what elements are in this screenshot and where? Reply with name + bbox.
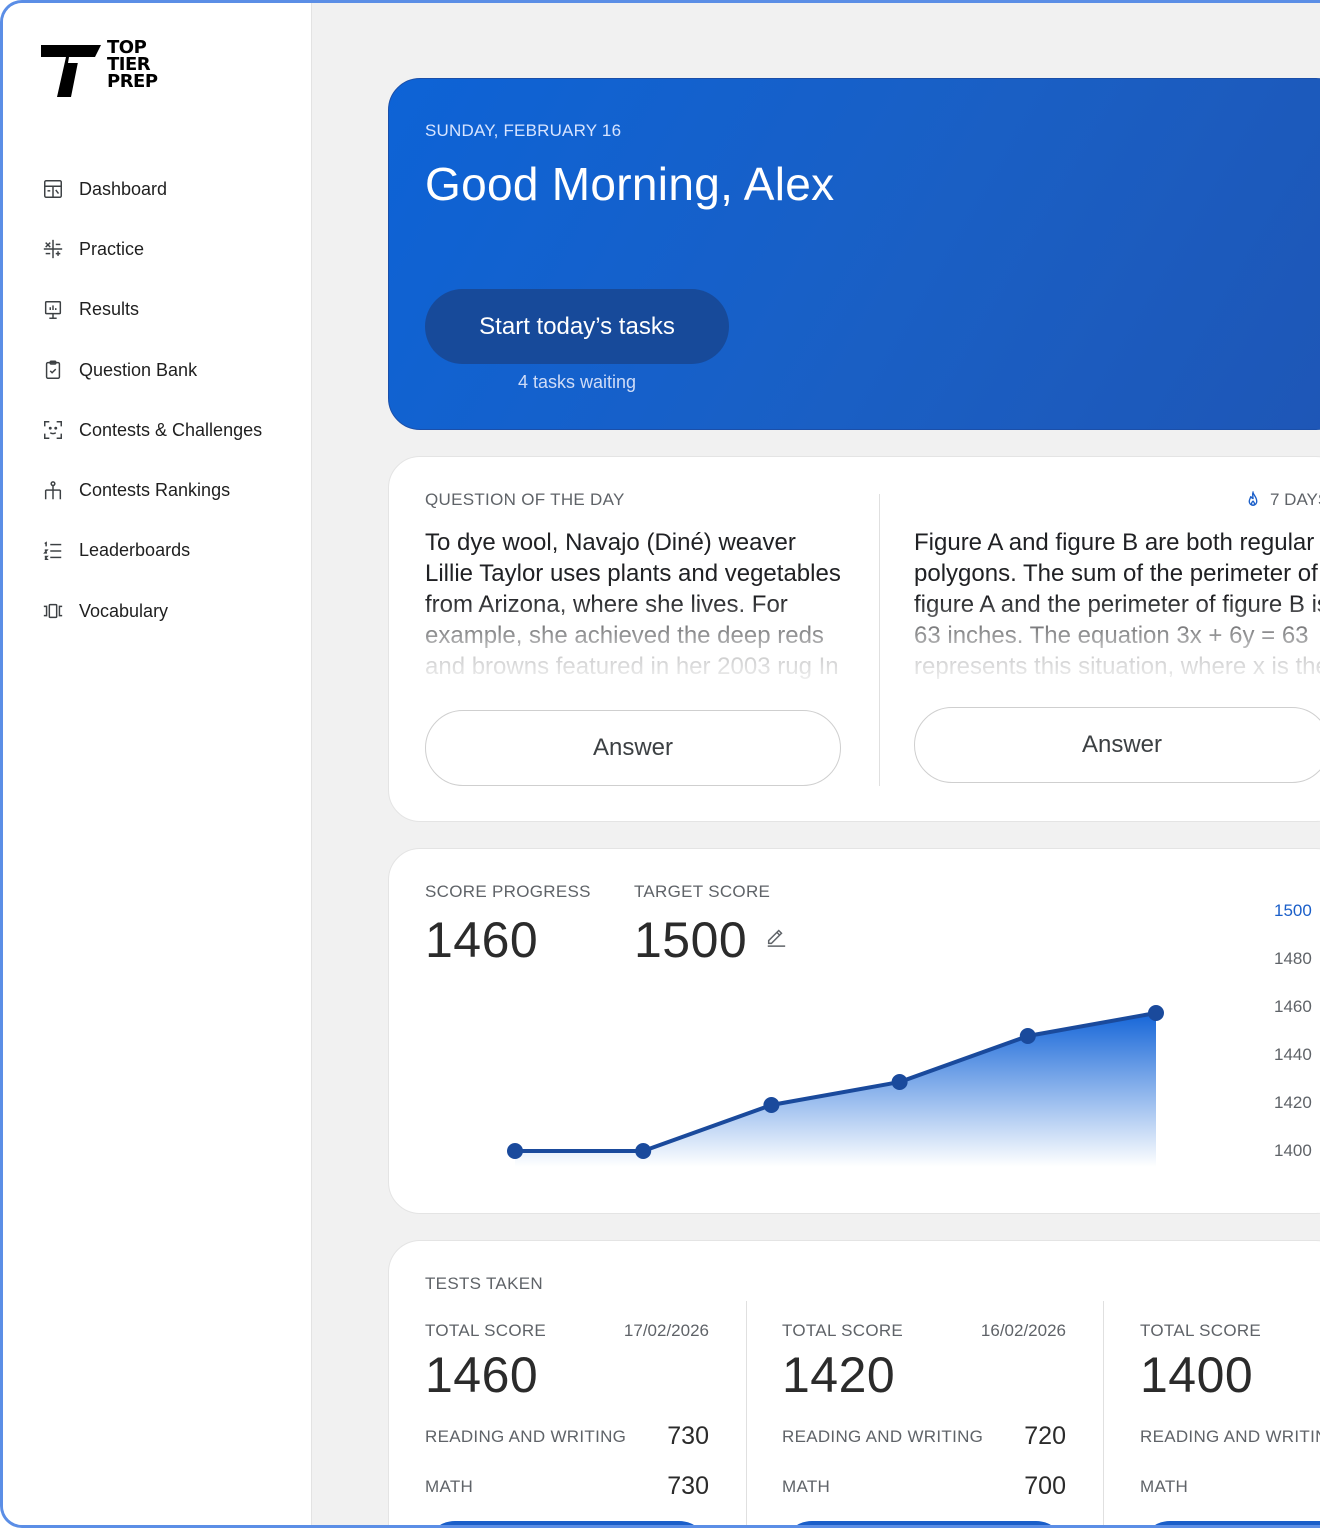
- app-window: TOP TIER PREP Dashboard Practice Results…: [0, 0, 1320, 1528]
- sidebar-item-dashboard[interactable]: Dashboard: [41, 159, 262, 219]
- sidebar-item-contests-rankings[interactable]: Contests Rankings: [41, 460, 262, 520]
- sidebar-item-label: Results: [79, 299, 140, 320]
- y-tick-label: 1440: [1274, 1045, 1312, 1064]
- streak-text: 7 DAYS: [1270, 490, 1320, 509]
- practice-icon: [41, 237, 65, 261]
- sidebar-item-label: Contests Rankings: [79, 480, 231, 501]
- reading-writing-label: READING AND WRITING: [1140, 1427, 1320, 1446]
- question-block: To dye wool, Navajo (Diné) weaver Lillie…: [425, 527, 843, 683]
- total-score-label: TOTAL SCORE: [782, 1321, 904, 1340]
- sidebar: TOP TIER PREP Dashboard Practice Results…: [3, 3, 312, 1525]
- question-text: Figure A and figure B are both regular p…: [914, 529, 1320, 680]
- score-point[interactable]: [1019, 1028, 1036, 1044]
- view-test-button[interactable]: [782, 1521, 1066, 1525]
- divider: [879, 494, 880, 786]
- vocabulary-icon: [41, 599, 65, 623]
- tasks-waiting-text: 4 tasks waiting: [517, 372, 637, 392]
- score-chart: [507, 1005, 1164, 1167]
- logo-wordmark: TOP TIER PREP: [107, 37, 158, 92]
- sidebar-item-question-bank[interactable]: Question Bank: [41, 340, 262, 400]
- math-score: 700: [1024, 1472, 1066, 1500]
- qotd-title: QUESTION OF THE DAY: [425, 490, 625, 509]
- score-point[interactable]: [763, 1097, 780, 1113]
- total-score-label: TOTAL SCORE: [425, 1321, 547, 1340]
- math-label: MATH: [1140, 1477, 1189, 1496]
- math-score: 730: [667, 1472, 709, 1500]
- score-point[interactable]: [891, 1074, 908, 1090]
- sidebar-item-contests-challenges[interactable]: Contests & Challenges: [41, 400, 262, 460]
- tests-taken-card: TESTS TAKEN TOTAL SCORE 17/02/2026 1460 …: [388, 1240, 1320, 1525]
- flame-icon: [1248, 491, 1258, 506]
- view-test-button[interactable]: [425, 1521, 709, 1525]
- y-tick-label: 1400: [1274, 1141, 1312, 1160]
- streak-badge: 7 DAYS: [1244, 490, 1320, 510]
- question-text: To dye wool, Navajo (Diné) weaver Lillie…: [425, 529, 841, 680]
- reading-writing-score: 720: [1024, 1422, 1066, 1450]
- test-date: 16/02/2026: [980, 1321, 1066, 1340]
- score-point[interactable]: [507, 1143, 523, 1159]
- sidebar-item-label: Practice: [79, 238, 145, 259]
- sidebar-item-practice[interactable]: Practice: [41, 219, 262, 279]
- question-bank-icon: [41, 358, 65, 382]
- reading-writing-label: READING AND WRITING: [425, 1427, 627, 1446]
- question-of-the-day-card: QUESTION OF THE DAY 7 DAYS To dye wool, …: [388, 456, 1320, 822]
- score-area: [515, 1013, 1156, 1167]
- answer-button[interactable]: Answer: [914, 707, 1320, 783]
- question-block: Figure A and figure B are both regular p…: [914, 527, 1320, 683]
- sidebar-item-results[interactable]: Results: [41, 280, 262, 340]
- start-tasks-button[interactable]: Start today’s tasks: [425, 289, 729, 364]
- reading-writing-score: 730: [667, 1422, 709, 1450]
- results-icon: [41, 298, 65, 322]
- total-score-value: 1460: [425, 1347, 539, 1403]
- tests-taken-title: TESTS TAKEN: [425, 1274, 543, 1293]
- reading-writing-label: READING AND WRITING: [782, 1427, 984, 1446]
- y-tick-label: 1420: [1274, 1093, 1312, 1112]
- divider: [1103, 1301, 1104, 1525]
- y-tick-label: 1480: [1274, 949, 1312, 968]
- score-point[interactable]: [635, 1143, 652, 1159]
- contests-icon: [41, 418, 65, 442]
- test-date: 17/02/2026: [623, 1321, 709, 1340]
- sidebar-item-leaderboards[interactable]: Leaderboards: [41, 521, 262, 581]
- brand-logo[interactable]: TOP TIER PREP: [41, 37, 181, 101]
- y-tick-label: 1460: [1274, 997, 1312, 1016]
- answer-button[interactable]: Answer: [425, 710, 841, 786]
- greeting-title: Good Morning, Alex: [425, 158, 835, 210]
- sidebar-item-vocabulary[interactable]: Vocabulary: [41, 581, 262, 641]
- greeting-banner: SUNDAY, FEBRUARY 16 Good Morning, Alex S…: [388, 78, 1320, 430]
- test-result[interactable]: TOTAL SCORE 16/02/2026 1420 READING AND …: [782, 1321, 1066, 1525]
- sidebar-item-label: Question Bank: [79, 359, 198, 380]
- sidebar-item-label: Vocabulary: [79, 600, 169, 621]
- math-label: MATH: [782, 1477, 831, 1496]
- total-score-value: 1400: [1140, 1347, 1254, 1403]
- total-score-label: TOTAL SCORE: [1140, 1321, 1262, 1340]
- logo-mark-icon: [41, 45, 101, 97]
- sidebar-nav: Dashboard Practice Results Question Bank: [41, 159, 262, 641]
- leaderboards-icon: [41, 539, 65, 563]
- test-result[interactable]: TOTAL SCORE 1400 READING AND WRITING MAT…: [1140, 1321, 1320, 1525]
- sidebar-item-label: Dashboard: [79, 178, 168, 199]
- sidebar-item-label: Contests & Challenges: [79, 419, 263, 440]
- sidebar-item-label: Leaderboards: [79, 540, 191, 561]
- y-tick-label: 1500: [1274, 901, 1312, 920]
- divider: [746, 1301, 747, 1525]
- score-point[interactable]: [1148, 1005, 1164, 1021]
- total-score-value: 1420: [782, 1347, 896, 1403]
- rankings-icon: [41, 479, 65, 503]
- dashboard-icon: [41, 177, 65, 201]
- math-label: MATH: [425, 1477, 474, 1496]
- score-progress-card: SCORE PROGRESS TARGET SCORE 1460 1500 15…: [388, 848, 1320, 1214]
- test-result[interactable]: TOTAL SCORE 17/02/2026 1460 READING AND …: [425, 1321, 709, 1525]
- view-test-button[interactable]: [1140, 1521, 1320, 1525]
- current-date: SUNDAY, FEBRUARY 16: [425, 121, 622, 140]
- main-content: SUNDAY, FEBRUARY 16 Good Morning, Alex S…: [312, 3, 1320, 1525]
